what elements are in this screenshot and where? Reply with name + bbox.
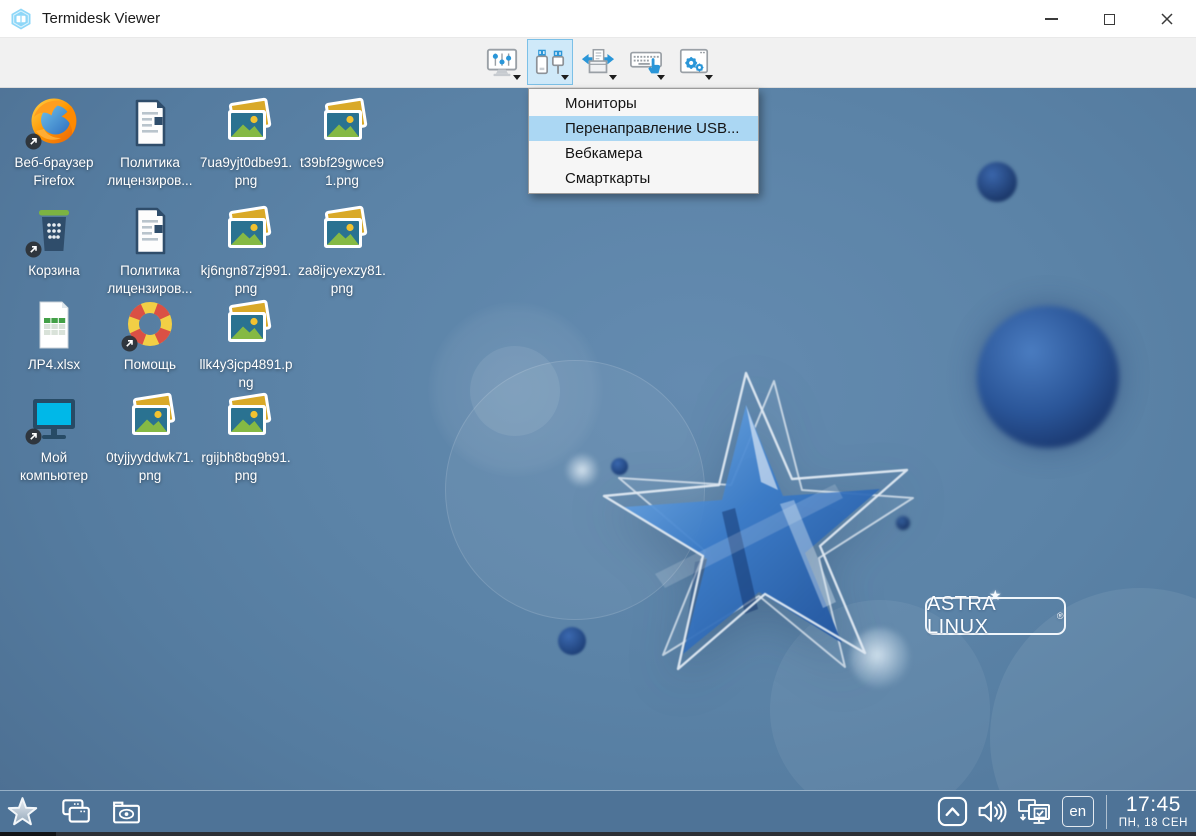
date: ПН, 18 СЕН: [1119, 818, 1188, 830]
shortcut-arrow-icon: [25, 428, 42, 445]
desktop-icon-image-file[interactable]: llk4y3jcp4891.png: [198, 297, 294, 391]
desktop-icon-license-policy-1[interactable]: Политика лицензиров...: [102, 95, 198, 189]
window-title: Termidesk Viewer: [42, 10, 160, 27]
desktop-icon-image-file[interactable]: za8ijcyexzy81.png: [294, 203, 390, 297]
chevron-down-icon: [513, 75, 521, 80]
icon-label: Мой компьютер: [6, 449, 102, 484]
file-transfer-icon: [581, 45, 615, 79]
desktop-icon-lr4-xlsx[interactable]: ЛР4.xlsx: [6, 297, 102, 374]
desktop-icon-image-file[interactable]: kj6ngn87zj991.png: [198, 203, 294, 297]
shortcut-arrow-icon: [25, 241, 42, 258]
desktop-icon-my-computer[interactable]: Мой компьютер: [6, 390, 102, 484]
menu-item-monitors[interactable]: Мониторы: [529, 91, 758, 116]
icon-label: Политика лицензиров...: [102, 262, 198, 297]
desktop-icon-image-file[interactable]: 7ua9yjt0dbe91.png: [198, 95, 294, 189]
menu-item-webcam[interactable]: Вебкамера: [529, 141, 758, 166]
astra-linux-badge: ★ ASTRA LINUX ®: [925, 597, 1066, 635]
display-settings-button[interactable]: [479, 39, 525, 85]
icon-label: ЛР4.xlsx: [6, 356, 102, 374]
display-settings-icon: [485, 45, 519, 79]
shortcut-arrow-icon: [25, 133, 42, 150]
close-button[interactable]: [1138, 0, 1196, 38]
icon-label: Веб-браузер Firefox: [6, 154, 102, 189]
chevron-down-icon: [705, 75, 713, 80]
icon-label: 7ua9yjt0dbe91.png: [198, 154, 294, 189]
registered-mark: ®: [1057, 611, 1064, 621]
badge-star-icon: ★: [989, 587, 1002, 604]
decor-sphere: [558, 627, 586, 655]
shortcut-arrow-icon: [121, 335, 138, 352]
tray-divider: [1106, 795, 1107, 829]
usb-toolbar-dropdown-menu: Мониторы Перенаправление USB... Вебкамер…: [528, 88, 759, 194]
desktop-icon-trash[interactable]: Корзина: [6, 203, 102, 280]
desktop-icon-firefox[interactable]: Веб-браузер Firefox: [6, 95, 102, 189]
desktop-icon-license-policy-2[interactable]: Политика лицензиров...: [102, 203, 198, 297]
icon-label: Политика лицензиров...: [102, 154, 198, 189]
display-connection-icon[interactable]: [1017, 797, 1053, 827]
viewer-toolbar: [0, 38, 1196, 88]
desktop-icon-help[interactable]: Помощь: [102, 297, 198, 374]
start-menu-star-button[interactable]: [6, 796, 39, 827]
desktop-icon-image-file[interactable]: t39bf29gwce91.png: [294, 95, 390, 189]
screenshot-tool-button[interactable]: [111, 798, 142, 825]
language-indicator[interactable]: en: [1062, 796, 1094, 827]
astra-star-logo: [595, 362, 925, 692]
icon-label: llk4y3jcp4891.png: [198, 356, 294, 391]
remote-taskbar: en 17:45 ПН, 18 СЕН: [0, 790, 1196, 832]
icon-label: rgijbh8bq9b91.png: [198, 449, 294, 484]
decor-sphere: [977, 162, 1017, 202]
minimize-button[interactable]: [1022, 0, 1080, 38]
icon-label: Помощь: [102, 356, 198, 374]
file-transfer-button[interactable]: [575, 39, 621, 85]
icon-label: 0tyjjyyddwk71.png: [102, 449, 198, 484]
time: 17:45: [1119, 794, 1188, 815]
termidesk-viewer-window: Termidesk Viewer: [0, 0, 1196, 836]
screen-edge-strip: [0, 832, 1196, 836]
volume-icon[interactable]: [977, 798, 1008, 825]
bokeh-circle: [470, 346, 560, 436]
decor-sphere-large: [977, 306, 1119, 448]
chevron-down-icon: [561, 75, 569, 80]
usb-redirect-icon: [533, 45, 567, 79]
icon-label: t39bf29gwce91.png: [294, 154, 390, 189]
icon-label: Корзина: [6, 262, 102, 280]
desktop-icon-image-file[interactable]: 0tyjjyyddwk71.png: [102, 390, 198, 484]
title-bar: Termidesk Viewer: [0, 0, 1196, 38]
menu-item-usb-redirect[interactable]: Перенаправление USB...: [529, 116, 758, 141]
preferences-icon: [677, 45, 711, 79]
icon-label: za8ijcyexzy81.png: [294, 262, 390, 297]
bokeh-circle: [428, 302, 603, 477]
chevron-down-icon: [609, 75, 617, 80]
chevron-down-icon: [657, 75, 665, 80]
maximize-button[interactable]: [1080, 0, 1138, 38]
keyboard-input-icon: [629, 45, 663, 79]
clock[interactable]: 17:45 ПН, 18 СЕН: [1119, 794, 1190, 830]
window-switcher-button[interactable]: [58, 797, 92, 827]
icon-label: kj6ngn87zj991.png: [198, 262, 294, 297]
usb-redirect-button[interactable]: [527, 39, 573, 85]
keyboard-input-button[interactable]: [623, 39, 669, 85]
close-icon: [1160, 12, 1174, 26]
tray-expand-button[interactable]: [937, 796, 968, 827]
preferences-button[interactable]: [671, 39, 717, 85]
menu-item-smartcards[interactable]: Смарткарты: [529, 166, 758, 191]
desktop-icon-image-file[interactable]: rgijbh8bq9b91.png: [198, 390, 294, 484]
termidesk-logo-icon: [9, 7, 33, 31]
